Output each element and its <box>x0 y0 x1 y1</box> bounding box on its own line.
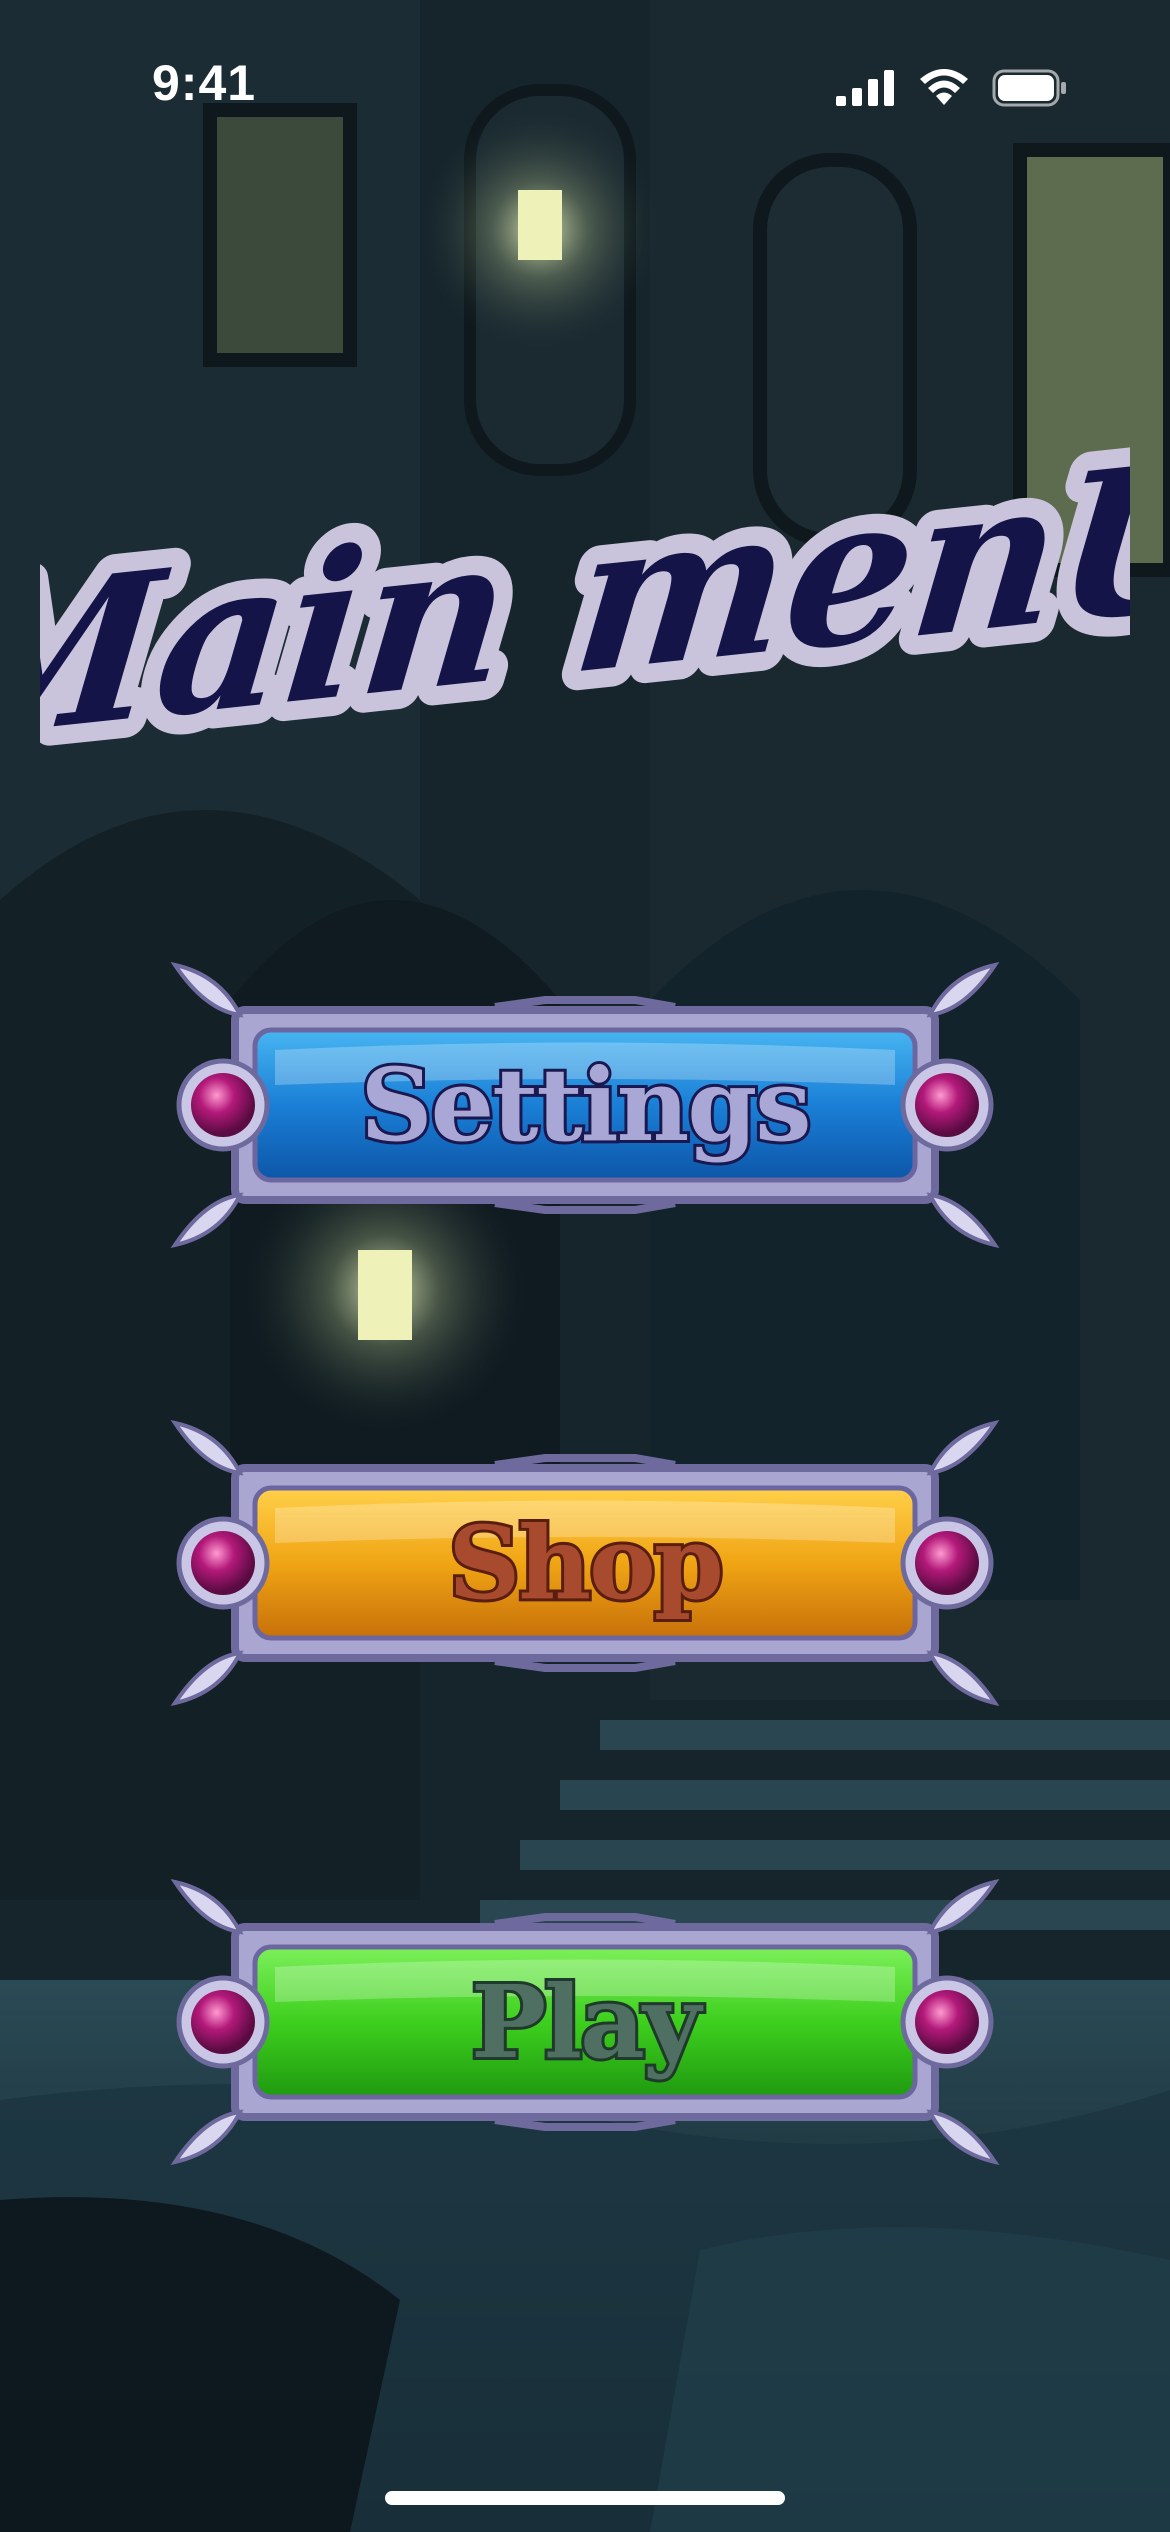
play-button[interactable]: Play <box>165 1872 1005 2172</box>
status-icons <box>836 66 1068 110</box>
home-indicator[interactable] <box>385 2491 785 2505</box>
title-lettering: Main menU Main menU <box>0 392 1170 807</box>
play-button-label: Play <box>468 1960 704 2084</box>
wifi-icon <box>920 69 968 105</box>
page-title: Main menU <box>40 440 1130 770</box>
main-menu-title: Main menU Main menU <box>0 392 1170 807</box>
shop-button[interactable]: Shop <box>165 1413 1005 1713</box>
battery-icon <box>992 69 1066 107</box>
shop-button-label: Shop <box>445 1501 727 1625</box>
status-bar: 9:41 <box>0 0 1170 150</box>
status-time: 9:41 <box>152 55 257 111</box>
settings-button[interactable]: Settings <box>165 955 1005 1255</box>
cellular-signal-icon <box>836 70 894 106</box>
settings-button-label: Settings <box>357 1043 814 1167</box>
